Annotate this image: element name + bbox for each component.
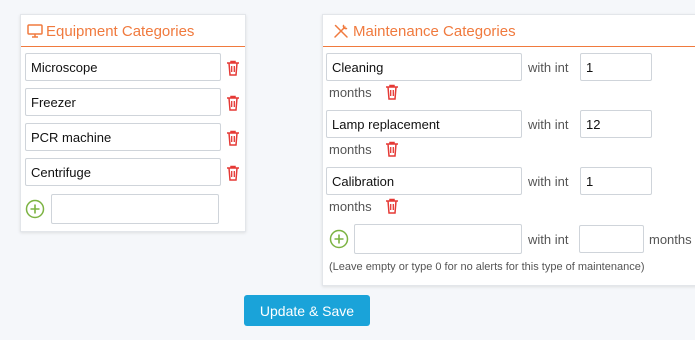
equipment-name-input[interactable] xyxy=(25,88,221,116)
trash-icon[interactable] xyxy=(385,141,399,157)
interval-input[interactable] xyxy=(580,53,652,81)
trash-icon[interactable] xyxy=(385,84,399,100)
update-save-button[interactable]: Update & Save xyxy=(244,295,370,326)
months-label: months xyxy=(329,142,372,157)
equipment-categories-card: Equipment Categories xyxy=(20,14,246,232)
trash-icon[interactable] xyxy=(226,60,240,76)
months-label: months xyxy=(329,199,372,214)
maintenance-categories-card: Maintenance Categories with int months w… xyxy=(322,14,695,286)
maintenance-card-title: Maintenance Categories xyxy=(353,23,516,40)
with-int-label: with int xyxy=(528,60,569,75)
maintenance-name-input[interactable] xyxy=(326,167,522,195)
add-maintenance-icon[interactable] xyxy=(329,229,349,249)
trash-icon[interactable] xyxy=(385,198,399,214)
equipment-name-input[interactable] xyxy=(25,158,221,186)
months-label: months xyxy=(329,85,372,100)
with-int-label: with int xyxy=(528,232,569,247)
new-interval-input[interactable] xyxy=(579,225,644,253)
interval-input[interactable] xyxy=(580,167,652,195)
with-int-label: with int xyxy=(528,117,569,132)
maintenance-help-note: (Leave empty or type 0 for no alerts for… xyxy=(329,261,645,273)
maintenance-name-input[interactable] xyxy=(326,53,522,81)
add-equipment-icon[interactable] xyxy=(25,199,45,219)
new-equipment-input[interactable] xyxy=(51,194,219,224)
interval-input[interactable] xyxy=(580,110,652,138)
equipment-card-header: Equipment Categories xyxy=(21,15,245,47)
maintenance-card-header: Maintenance Categories xyxy=(323,15,695,47)
trash-icon[interactable] xyxy=(226,130,240,146)
monitor-icon xyxy=(27,24,43,38)
new-maintenance-name-input[interactable] xyxy=(354,224,522,254)
with-int-label: with int xyxy=(528,174,569,189)
equipment-card-title: Equipment Categories xyxy=(46,23,195,40)
equipment-name-input[interactable] xyxy=(25,123,221,151)
maintenance-name-input[interactable] xyxy=(326,110,522,138)
equipment-name-input[interactable] xyxy=(25,53,221,81)
trash-icon[interactable] xyxy=(226,165,240,181)
months-label: months xyxy=(649,232,692,247)
trash-icon[interactable] xyxy=(226,95,240,111)
tools-icon xyxy=(334,24,348,38)
